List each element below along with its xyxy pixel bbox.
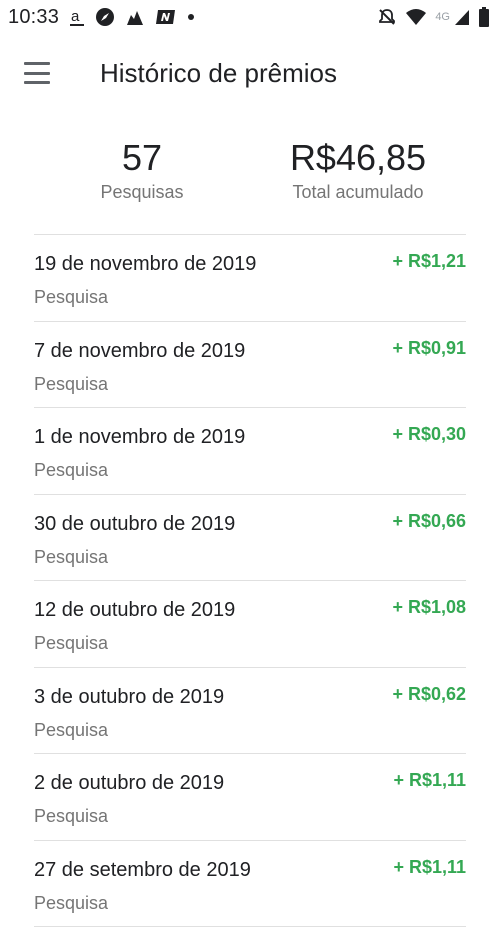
survey-count-label: Pesquisas: [82, 182, 202, 203]
reward-date: 12 de outubro de 2019: [34, 599, 235, 622]
reward-row[interactable]: 27 de setembro de 2019 Pesquisa + R$1,11: [34, 841, 466, 927]
survey-count-value: 57: [82, 136, 202, 180]
wifi-icon: [405, 8, 427, 26]
reward-row[interactable]: 1 de novembro de 2019 Pesquisa + R$0,30: [34, 408, 466, 495]
reward-date: 1 de novembro de 2019: [34, 426, 245, 449]
network-type: 4G: [435, 11, 450, 23]
status-bar-right: 4G: [377, 7, 490, 27]
reward-row[interactable]: 3 de outubro de 2019 Pesquisa + R$0,62: [34, 668, 466, 755]
total-earned-stat: R$46,85 Total acumulado: [274, 136, 442, 203]
total-earned-value: R$46,85: [274, 136, 442, 180]
mute-icon: [377, 7, 397, 27]
reward-amount: + R$1,08: [392, 597, 466, 618]
battery-icon: [478, 7, 490, 27]
reward-row[interactable]: 12 de outubro de 2019 Pesquisa + R$1,08: [34, 581, 466, 668]
reward-amount: + R$1,21: [392, 251, 466, 272]
reward-amount: + R$0,62: [392, 684, 466, 705]
reward-type: Pesquisa: [34, 806, 108, 827]
dot-icon: [187, 13, 195, 21]
reward-date: 30 de outubro de 2019: [34, 513, 235, 536]
reward-date: 27 de setembro de 2019: [34, 859, 251, 882]
compass-icon: [95, 7, 115, 27]
reward-date: 7 de novembro de 2019: [34, 340, 245, 363]
reward-type: Pesquisa: [34, 633, 108, 654]
reward-history-list: 19 de novembro de 2019 Pesquisa + R$1,21…: [34, 234, 466, 927]
reward-date: 2 de outubro de 2019: [34, 772, 224, 795]
status-time: 10:33: [8, 6, 59, 29]
reward-type: Pesquisa: [34, 460, 108, 481]
reward-row[interactable]: 30 de outubro de 2019 Pesquisa + R$0,66: [34, 495, 466, 582]
total-earned-label: Total acumulado: [274, 182, 442, 203]
reward-amount: + R$0,30: [392, 424, 466, 445]
reward-type: Pesquisa: [34, 720, 108, 741]
reward-type: Pesquisa: [34, 893, 108, 914]
status-bar-left: 10:33 a: [8, 6, 195, 29]
reward-amount: + R$1,11: [393, 857, 466, 878]
reward-type: Pesquisa: [34, 287, 108, 308]
reward-date: 3 de outubro de 2019: [34, 686, 224, 709]
amazon-icon: a: [69, 7, 85, 27]
reward-amount: + R$1,11: [393, 770, 466, 791]
signal-icon: [454, 8, 470, 26]
reward-amount: + R$0,91: [392, 338, 466, 359]
svg-text:a: a: [71, 8, 80, 25]
survey-count-stat: 57 Pesquisas: [82, 136, 202, 203]
menu-icon[interactable]: [24, 60, 54, 86]
reward-type: Pesquisa: [34, 547, 108, 568]
reward-row[interactable]: 7 de novembro de 2019 Pesquisa + R$0,91: [34, 322, 466, 409]
status-bar: 10:33 a: [0, 0, 500, 34]
app-bar: Histórico de prêmios: [0, 48, 500, 100]
reward-row[interactable]: 19 de novembro de 2019 Pesquisa + R$1,21: [34, 235, 466, 322]
app-icon: [125, 7, 145, 27]
page-title: Histórico de prêmios: [100, 58, 337, 89]
rewards-summary: 57 Pesquisas R$46,85 Total acumulado: [0, 136, 500, 216]
reward-row[interactable]: 2 de outubro de 2019 Pesquisa + R$1,11: [34, 754, 466, 841]
reward-amount: + R$0,66: [392, 511, 466, 532]
nubank-icon: [155, 8, 177, 26]
reward-date: 19 de novembro de 2019: [34, 253, 256, 276]
reward-type: Pesquisa: [34, 374, 108, 395]
